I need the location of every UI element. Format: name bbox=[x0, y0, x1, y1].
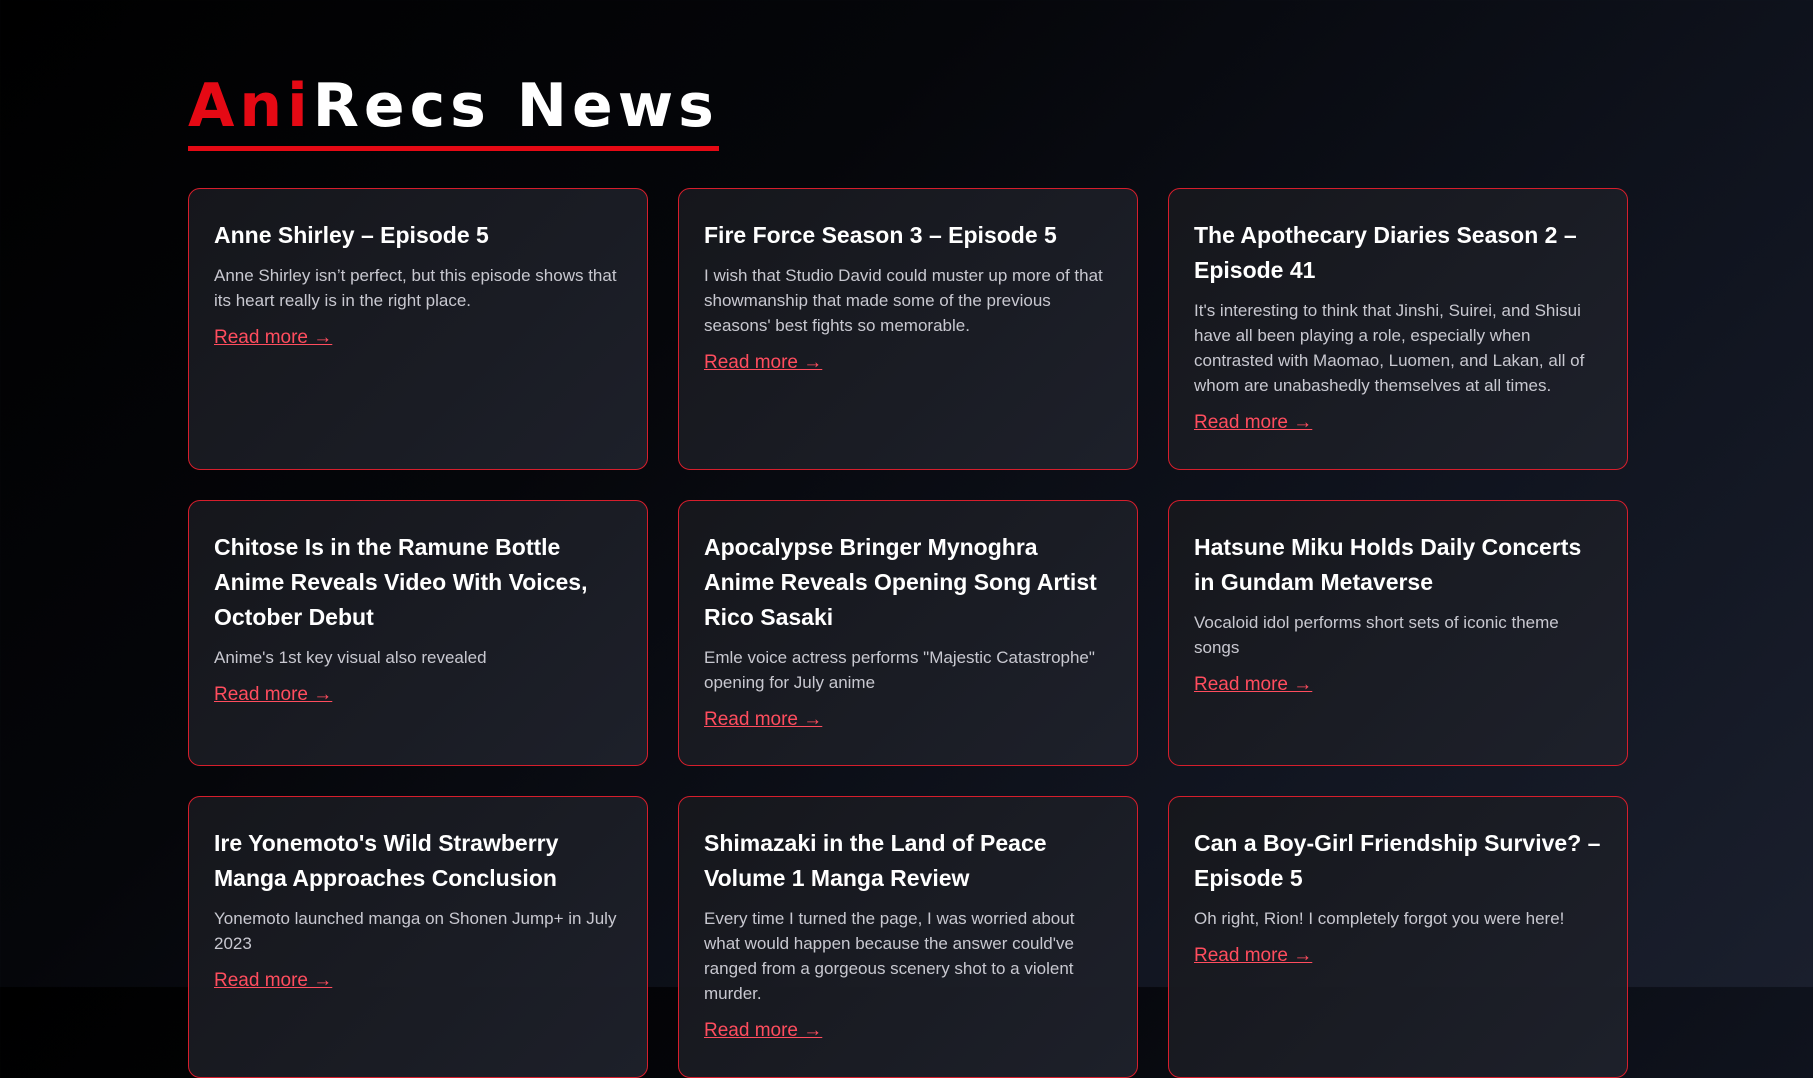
read-more-link[interactable]: Read more → bbox=[1194, 945, 1312, 966]
news-summary: Yonemoto launched manga on Shonen Jump+ … bbox=[214, 909, 617, 953]
news-title: Can a Boy-Girl Friendship Survive? – Epi… bbox=[1194, 830, 1601, 891]
news-summary: Oh right, Rion! I completely forgot you … bbox=[1194, 909, 1565, 928]
news-title: The Apothecary Diaries Season 2 – Episod… bbox=[1194, 222, 1577, 283]
read-more-link[interactable]: Read more → bbox=[1194, 412, 1312, 433]
news-card: Apocalypse Bringer Mynoghra Anime Reveal… bbox=[678, 500, 1138, 766]
news-card: Shimazaki in the Land of Peace Volume 1 … bbox=[678, 796, 1138, 1078]
news-title: Anne Shirley – Episode 5 bbox=[214, 222, 489, 248]
read-more-link[interactable]: Read more → bbox=[214, 684, 332, 705]
news-summary: Anne Shirley isn’t perfect, but this epi… bbox=[214, 266, 617, 310]
news-card: The Apothecary Diaries Season 2 – Episod… bbox=[1168, 188, 1628, 470]
news-card: Fire Force Season 3 – Episode 5 I wish t… bbox=[678, 188, 1138, 470]
news-summary: Emle voice actress performs "Majestic Ca… bbox=[704, 648, 1095, 692]
news-title: Chitose Is in the Ramune Bottle Anime Re… bbox=[214, 534, 588, 630]
news-card: Chitose Is in the Ramune Bottle Anime Re… bbox=[188, 500, 648, 766]
read-more-link[interactable]: Read more → bbox=[214, 327, 332, 348]
news-card: Can a Boy-Girl Friendship Survive? – Epi… bbox=[1168, 796, 1628, 1078]
read-more-link[interactable]: Read more → bbox=[704, 1020, 822, 1041]
news-summary: Every time I turned the page, I was worr… bbox=[704, 909, 1075, 1003]
logo-accent: Ani bbox=[188, 71, 313, 141]
logo-rest: Recs News bbox=[312, 71, 719, 141]
news-title: Ire Yonemoto's Wild Strawberry Manga App… bbox=[214, 830, 559, 891]
news-card: Ire Yonemoto's Wild Strawberry Manga App… bbox=[188, 796, 648, 1078]
read-more-link[interactable]: Read more → bbox=[1194, 674, 1312, 695]
news-title: Hatsune Miku Holds Daily Concerts in Gun… bbox=[1194, 534, 1582, 595]
news-page: AniRecs News Anne Shirley – Episode 5 An… bbox=[188, 70, 1628, 1078]
news-card: Hatsune Miku Holds Daily Concerts in Gun… bbox=[1168, 500, 1628, 766]
read-more-link[interactable]: Read more → bbox=[704, 352, 822, 373]
read-more-link[interactable]: Read more → bbox=[214, 970, 332, 991]
news-summary: It's interesting to think that Jinshi, S… bbox=[1194, 301, 1585, 395]
news-summary: I wish that Studio David could muster up… bbox=[704, 266, 1103, 335]
news-grid: Anne Shirley – Episode 5 Anne Shirley is… bbox=[188, 188, 1628, 1078]
news-card: Anne Shirley – Episode 5 Anne Shirley is… bbox=[188, 188, 648, 470]
news-title: Fire Force Season 3 – Episode 5 bbox=[704, 222, 1057, 248]
news-summary: Vocaloid idol performs short sets of ico… bbox=[1194, 613, 1559, 657]
site-logo: AniRecs News bbox=[188, 70, 719, 151]
news-summary: Anime's 1st key visual also revealed bbox=[214, 648, 487, 667]
news-title: Shimazaki in the Land of Peace Volume 1 … bbox=[704, 830, 1047, 891]
read-more-link[interactable]: Read more → bbox=[704, 709, 822, 730]
news-title: Apocalypse Bringer Mynoghra Anime Reveal… bbox=[704, 534, 1097, 630]
